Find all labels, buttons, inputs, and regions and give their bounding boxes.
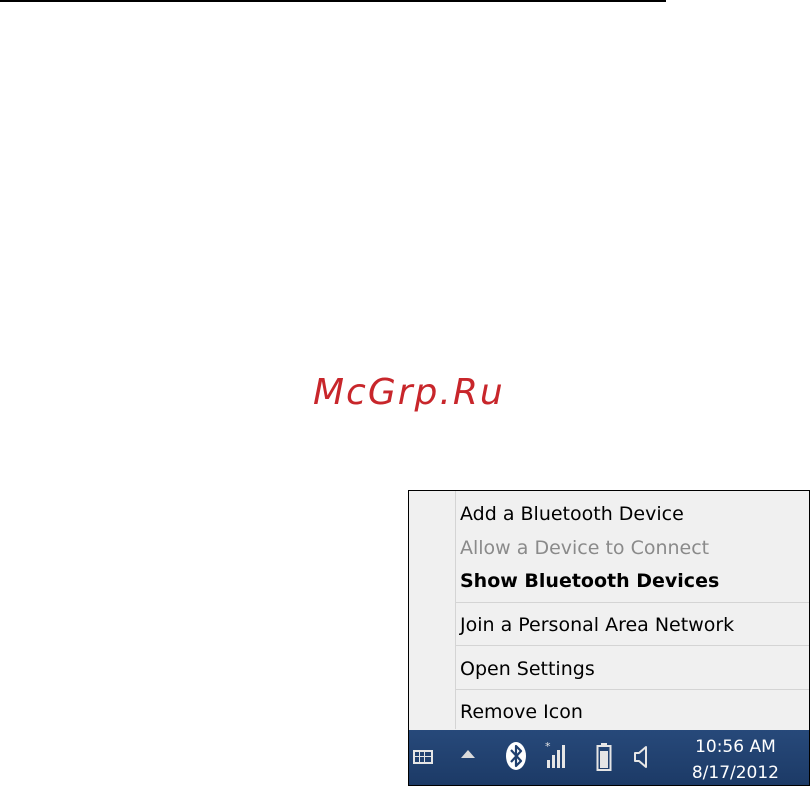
- page: McGrp.Ru Add a Bluetooth Device Allow a …: [0, 0, 812, 788]
- chevron-up-icon[interactable]: [461, 750, 475, 758]
- svg-text:*: *: [545, 740, 551, 753]
- bluetooth-icon[interactable]: [505, 741, 527, 771]
- menu-separator: [456, 602, 809, 603]
- menu-item-show-bluetooth-devices[interactable]: Show Bluetooth Devices: [460, 569, 719, 593]
- battery-icon[interactable]: [596, 742, 612, 772]
- menu-item-join-personal-area-network[interactable]: Join a Personal Area Network: [460, 613, 734, 637]
- keyboard-icon[interactable]: [413, 750, 433, 764]
- taskbar-clock[interactable]: 10:56 AM 8/17/2012: [691, 734, 779, 785]
- taskbar: * 10:56 AM 8/17/2012: [409, 730, 809, 785]
- watermark-text: McGrp.Ru: [313, 372, 505, 413]
- menu-item-allow-device-to-connect: Allow a Device to Connect: [460, 537, 710, 559]
- signal-icon[interactable]: *: [543, 740, 569, 770]
- menu-item-add-bluetooth-device[interactable]: Add a Bluetooth Device: [460, 502, 684, 526]
- menu-separator: [456, 645, 809, 646]
- speaker-icon[interactable]: [633, 744, 651, 770]
- menu-gutter: [455, 491, 456, 729]
- menu-item-remove-icon[interactable]: Remove Icon: [460, 700, 583, 724]
- clock-date: 8/17/2012: [691, 763, 779, 783]
- bluetooth-context-menu: Add a Bluetooth Device Allow a Device to…: [409, 491, 809, 729]
- top-divider: [0, 0, 666, 2]
- bluetooth-context-screenshot: Add a Bluetooth Device Allow a Device to…: [408, 490, 810, 786]
- clock-time: 10:56 AM: [695, 737, 776, 757]
- menu-separator: [456, 689, 809, 690]
- menu-item-open-settings[interactable]: Open Settings: [460, 657, 595, 681]
